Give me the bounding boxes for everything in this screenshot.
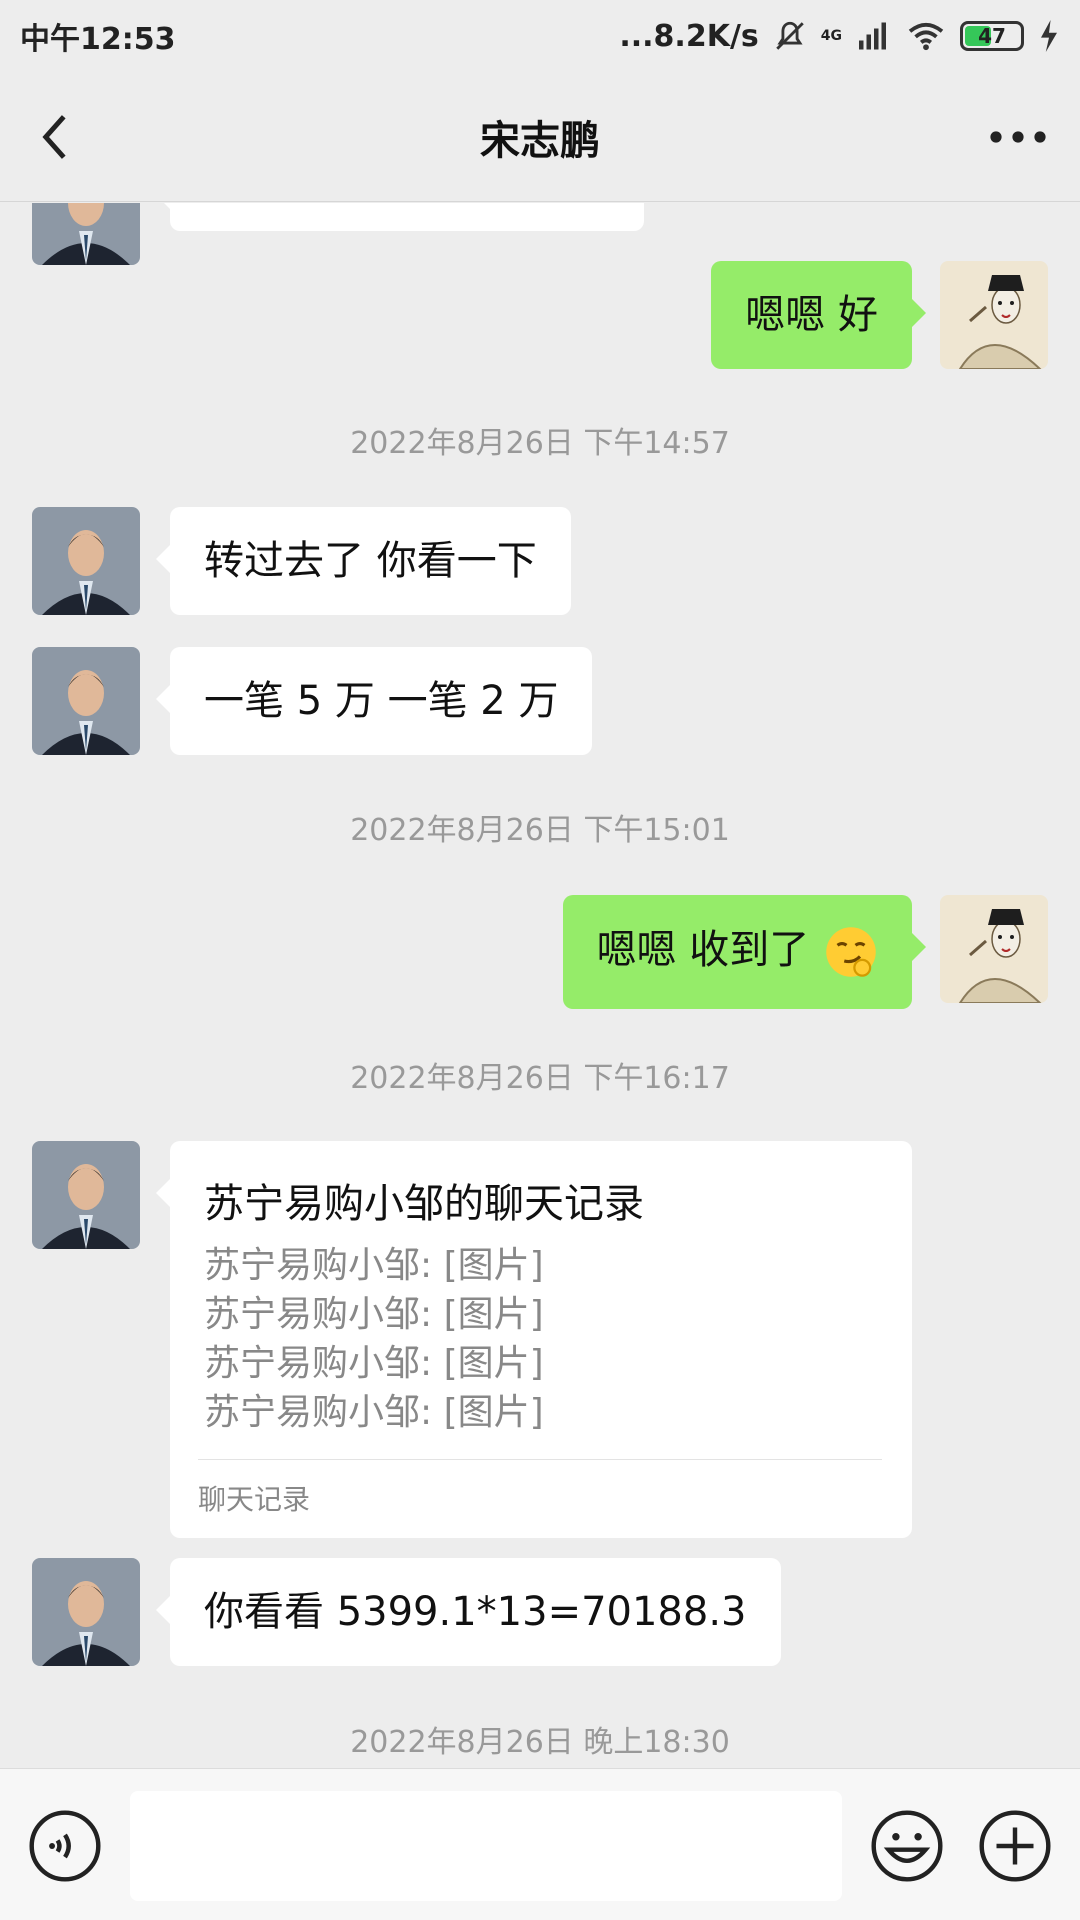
message-text: 嗯嗯 收到了 <box>596 927 810 973</box>
chat-title: 宋志鹏 <box>480 117 600 164</box>
timestamp: 2022年8月26日 晚上18:30 <box>350 1725 730 1760</box>
message-text: 转过去了 你看一下 <box>204 538 537 584</box>
contact-avatar[interactable] <box>32 647 140 755</box>
contact-avatar[interactable] <box>32 1141 140 1249</box>
chat-record-line: 苏宁易购小邹: [图片] <box>204 1245 544 1286</box>
contact-avatar[interactable] <box>32 507 140 615</box>
emoji-icon[interactable] <box>870 1809 944 1883</box>
message-bubble[interactable]: 一笔 5 万 一笔 2 万 <box>155 647 593 755</box>
chat-record-line: 苏宁易购小邹: [图片] <box>204 1343 544 1384</box>
voice-icon[interactable] <box>28 1809 102 1883</box>
signal-icon <box>859 22 886 50</box>
back-icon[interactable] <box>30 110 84 164</box>
chat-record-footer: 聊天记录 <box>198 1459 882 1538</box>
user-avatar[interactable] <box>940 261 1048 369</box>
network-type: 4G <box>820 28 842 44</box>
message-input-bar <box>0 1768 1080 1920</box>
status-time: 中午12:53 <box>20 22 176 57</box>
message-text: 一笔 5 万 一笔 2 万 <box>204 678 559 724</box>
message-bubble[interactable]: 转过去了 你看一下 <box>156 507 571 615</box>
status-icons: ...8.2K/s 4G 47 <box>619 19 1060 54</box>
message-input[interactable] <box>130 1791 842 1901</box>
message-bubble[interactable]: 你看看 5399.1*13=70188.3 <box>156 1558 781 1666</box>
timestamp: 2022年8月26日 下午16:17 <box>350 1061 730 1096</box>
status-bar: 中午12:53 ...8.2K/s 4G 47 <box>0 0 1080 72</box>
message-bubble-sent[interactable]: 嗯嗯 好 <box>711 261 926 369</box>
message-bubble[interactable] <box>156 203 644 231</box>
chat-record-card[interactable]: 苏宁易购小邹的聊天记录 苏宁易购小邹: [图片] 苏宁易购小邹: [图片] 苏宁… <box>156 1141 912 1538</box>
contact-avatar[interactable] <box>32 1558 140 1666</box>
charging-icon <box>1041 20 1057 52</box>
chat-record-title: 苏宁易购小邹的聊天记录 <box>204 1181 644 1227</box>
chat-messages[interactable]: 嗯嗯 好 2022年8月26日 下午14:57 转过去了 你看一下 一笔 5 万… <box>0 203 1080 1768</box>
message-text: 嗯嗯 好 <box>745 292 878 338</box>
chat-record-line: 苏宁易购小邹: [图片] <box>204 1392 544 1433</box>
more-icon[interactable] <box>986 110 1050 164</box>
battery-indicator: 47 <box>960 21 1024 51</box>
battery-value: 47 <box>978 24 1006 48</box>
wifi-icon <box>908 22 944 51</box>
chat-header: 宋志鹏 <box>0 72 1080 202</box>
plus-icon[interactable] <box>978 1809 1052 1883</box>
contact-avatar[interactable] <box>32 203 140 265</box>
smirk-emoji-icon <box>826 927 876 977</box>
timestamp: 2022年8月26日 下午14:57 <box>350 426 730 461</box>
timestamp: 2022年8月26日 下午15:01 <box>350 813 730 848</box>
message-text: 你看看 5399.1*13=70188.3 <box>204 1589 747 1635</box>
message-bubble-sent[interactable]: 嗯嗯 收到了 <box>562 895 927 1009</box>
mute-icon <box>776 21 804 50</box>
user-avatar[interactable] <box>940 895 1048 1003</box>
network-speed: ...8.2K/s <box>619 18 759 54</box>
chat-record-line: 苏宁易购小邹: [图片] <box>204 1294 544 1335</box>
